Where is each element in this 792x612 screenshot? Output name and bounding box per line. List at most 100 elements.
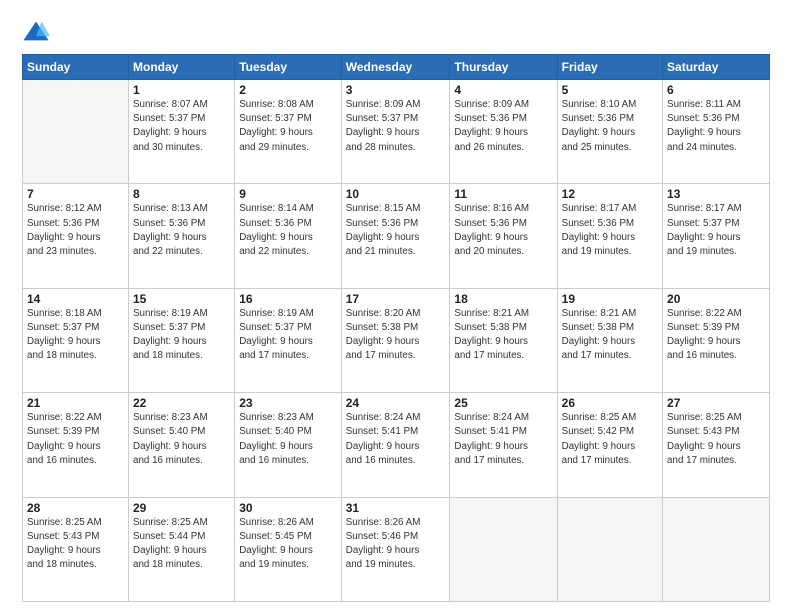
day-number: 1 (133, 83, 230, 97)
day-info: Sunrise: 8:25 AMSunset: 5:44 PMDaylight:… (133, 516, 230, 573)
day-number: 17 (346, 292, 446, 306)
day-number: 31 (346, 501, 446, 515)
day-info: Sunrise: 8:24 AMSunset: 5:41 PMDaylight:… (346, 411, 446, 468)
calendar-header-wednesday: Wednesday (341, 55, 450, 80)
day-info: Sunrise: 8:11 AMSunset: 5:36 PMDaylight:… (667, 98, 765, 155)
day-number: 18 (454, 292, 552, 306)
day-info: Sunrise: 8:24 AMSunset: 5:41 PMDaylight:… (454, 411, 552, 468)
day-info: Sunrise: 8:14 AMSunset: 5:36 PMDaylight:… (239, 202, 337, 259)
day-number: 3 (346, 83, 446, 97)
calendar-cell: 15Sunrise: 8:19 AMSunset: 5:37 PMDayligh… (129, 288, 235, 392)
day-info: Sunrise: 8:19 AMSunset: 5:37 PMDaylight:… (239, 307, 337, 364)
week-row-2: 7Sunrise: 8:12 AMSunset: 5:36 PMDaylight… (23, 184, 770, 288)
calendar-cell: 17Sunrise: 8:20 AMSunset: 5:38 PMDayligh… (341, 288, 450, 392)
calendar-cell: 7Sunrise: 8:12 AMSunset: 5:36 PMDaylight… (23, 184, 129, 288)
calendar-cell: 22Sunrise: 8:23 AMSunset: 5:40 PMDayligh… (129, 393, 235, 497)
day-info: Sunrise: 8:23 AMSunset: 5:40 PMDaylight:… (239, 411, 337, 468)
calendar-table: SundayMondayTuesdayWednesdayThursdayFrid… (22, 54, 770, 602)
calendar-cell (23, 80, 129, 184)
calendar-cell (450, 497, 557, 601)
calendar-cell: 4Sunrise: 8:09 AMSunset: 5:36 PMDaylight… (450, 80, 557, 184)
day-info: Sunrise: 8:18 AMSunset: 5:37 PMDaylight:… (27, 307, 124, 364)
day-number: 30 (239, 501, 337, 515)
day-info: Sunrise: 8:23 AMSunset: 5:40 PMDaylight:… (133, 411, 230, 468)
day-number: 28 (27, 501, 124, 515)
calendar-cell: 26Sunrise: 8:25 AMSunset: 5:42 PMDayligh… (557, 393, 662, 497)
calendar-header-row: SundayMondayTuesdayWednesdayThursdayFrid… (23, 55, 770, 80)
calendar-cell: 31Sunrise: 8:26 AMSunset: 5:46 PMDayligh… (341, 497, 450, 601)
day-number: 21 (27, 396, 124, 410)
calendar-cell: 24Sunrise: 8:24 AMSunset: 5:41 PMDayligh… (341, 393, 450, 497)
day-info: Sunrise: 8:16 AMSunset: 5:36 PMDaylight:… (454, 202, 552, 259)
calendar-cell: 20Sunrise: 8:22 AMSunset: 5:39 PMDayligh… (663, 288, 770, 392)
calendar-cell: 12Sunrise: 8:17 AMSunset: 5:36 PMDayligh… (557, 184, 662, 288)
day-info: Sunrise: 8:21 AMSunset: 5:38 PMDaylight:… (562, 307, 658, 364)
day-info: Sunrise: 8:21 AMSunset: 5:38 PMDaylight:… (454, 307, 552, 364)
calendar-cell (557, 497, 662, 601)
day-number: 10 (346, 187, 446, 201)
calendar-header-thursday: Thursday (450, 55, 557, 80)
day-info: Sunrise: 8:25 AMSunset: 5:42 PMDaylight:… (562, 411, 658, 468)
calendar-cell: 28Sunrise: 8:25 AMSunset: 5:43 PMDayligh… (23, 497, 129, 601)
day-info: Sunrise: 8:12 AMSunset: 5:36 PMDaylight:… (27, 202, 124, 259)
calendar-cell: 16Sunrise: 8:19 AMSunset: 5:37 PMDayligh… (235, 288, 342, 392)
calendar-cell: 6Sunrise: 8:11 AMSunset: 5:36 PMDaylight… (663, 80, 770, 184)
calendar-header-friday: Friday (557, 55, 662, 80)
day-info: Sunrise: 8:07 AMSunset: 5:37 PMDaylight:… (133, 98, 230, 155)
week-row-4: 21Sunrise: 8:22 AMSunset: 5:39 PMDayligh… (23, 393, 770, 497)
logo (22, 18, 54, 46)
day-info: Sunrise: 8:09 AMSunset: 5:36 PMDaylight:… (454, 98, 552, 155)
day-number: 11 (454, 187, 552, 201)
day-number: 16 (239, 292, 337, 306)
day-info: Sunrise: 8:08 AMSunset: 5:37 PMDaylight:… (239, 98, 337, 155)
day-number: 4 (454, 83, 552, 97)
logo-icon (22, 18, 50, 46)
day-info: Sunrise: 8:25 AMSunset: 5:43 PMDaylight:… (667, 411, 765, 468)
day-info: Sunrise: 8:09 AMSunset: 5:37 PMDaylight:… (346, 98, 446, 155)
day-info: Sunrise: 8:15 AMSunset: 5:36 PMDaylight:… (346, 202, 446, 259)
calendar-cell: 18Sunrise: 8:21 AMSunset: 5:38 PMDayligh… (450, 288, 557, 392)
day-number: 7 (27, 187, 124, 201)
calendar-cell: 30Sunrise: 8:26 AMSunset: 5:45 PMDayligh… (235, 497, 342, 601)
day-info: Sunrise: 8:20 AMSunset: 5:38 PMDaylight:… (346, 307, 446, 364)
calendar-header-monday: Monday (129, 55, 235, 80)
day-info: Sunrise: 8:22 AMSunset: 5:39 PMDaylight:… (27, 411, 124, 468)
calendar-cell: 25Sunrise: 8:24 AMSunset: 5:41 PMDayligh… (450, 393, 557, 497)
day-number: 6 (667, 83, 765, 97)
day-number: 15 (133, 292, 230, 306)
day-number: 9 (239, 187, 337, 201)
day-number: 8 (133, 187, 230, 201)
day-number: 27 (667, 396, 765, 410)
calendar-cell: 23Sunrise: 8:23 AMSunset: 5:40 PMDayligh… (235, 393, 342, 497)
calendar-header-saturday: Saturday (663, 55, 770, 80)
day-info: Sunrise: 8:10 AMSunset: 5:36 PMDaylight:… (562, 98, 658, 155)
calendar-header-tuesday: Tuesday (235, 55, 342, 80)
calendar-cell: 3Sunrise: 8:09 AMSunset: 5:37 PMDaylight… (341, 80, 450, 184)
day-number: 29 (133, 501, 230, 515)
header (22, 18, 770, 46)
day-number: 20 (667, 292, 765, 306)
day-number: 26 (562, 396, 658, 410)
calendar-cell: 10Sunrise: 8:15 AMSunset: 5:36 PMDayligh… (341, 184, 450, 288)
page: SundayMondayTuesdayWednesdayThursdayFrid… (0, 0, 792, 612)
day-info: Sunrise: 8:17 AMSunset: 5:37 PMDaylight:… (667, 202, 765, 259)
day-info: Sunrise: 8:19 AMSunset: 5:37 PMDaylight:… (133, 307, 230, 364)
day-number: 13 (667, 187, 765, 201)
calendar-cell: 13Sunrise: 8:17 AMSunset: 5:37 PMDayligh… (663, 184, 770, 288)
calendar-cell: 27Sunrise: 8:25 AMSunset: 5:43 PMDayligh… (663, 393, 770, 497)
calendar-cell: 21Sunrise: 8:22 AMSunset: 5:39 PMDayligh… (23, 393, 129, 497)
day-number: 12 (562, 187, 658, 201)
day-info: Sunrise: 8:25 AMSunset: 5:43 PMDaylight:… (27, 516, 124, 573)
day-number: 22 (133, 396, 230, 410)
calendar-cell: 14Sunrise: 8:18 AMSunset: 5:37 PMDayligh… (23, 288, 129, 392)
day-number: 2 (239, 83, 337, 97)
day-number: 24 (346, 396, 446, 410)
calendar-header-sunday: Sunday (23, 55, 129, 80)
week-row-3: 14Sunrise: 8:18 AMSunset: 5:37 PMDayligh… (23, 288, 770, 392)
calendar-cell (663, 497, 770, 601)
day-number: 25 (454, 396, 552, 410)
week-row-5: 28Sunrise: 8:25 AMSunset: 5:43 PMDayligh… (23, 497, 770, 601)
calendar-cell: 8Sunrise: 8:13 AMSunset: 5:36 PMDaylight… (129, 184, 235, 288)
day-info: Sunrise: 8:26 AMSunset: 5:45 PMDaylight:… (239, 516, 337, 573)
calendar-cell: 29Sunrise: 8:25 AMSunset: 5:44 PMDayligh… (129, 497, 235, 601)
